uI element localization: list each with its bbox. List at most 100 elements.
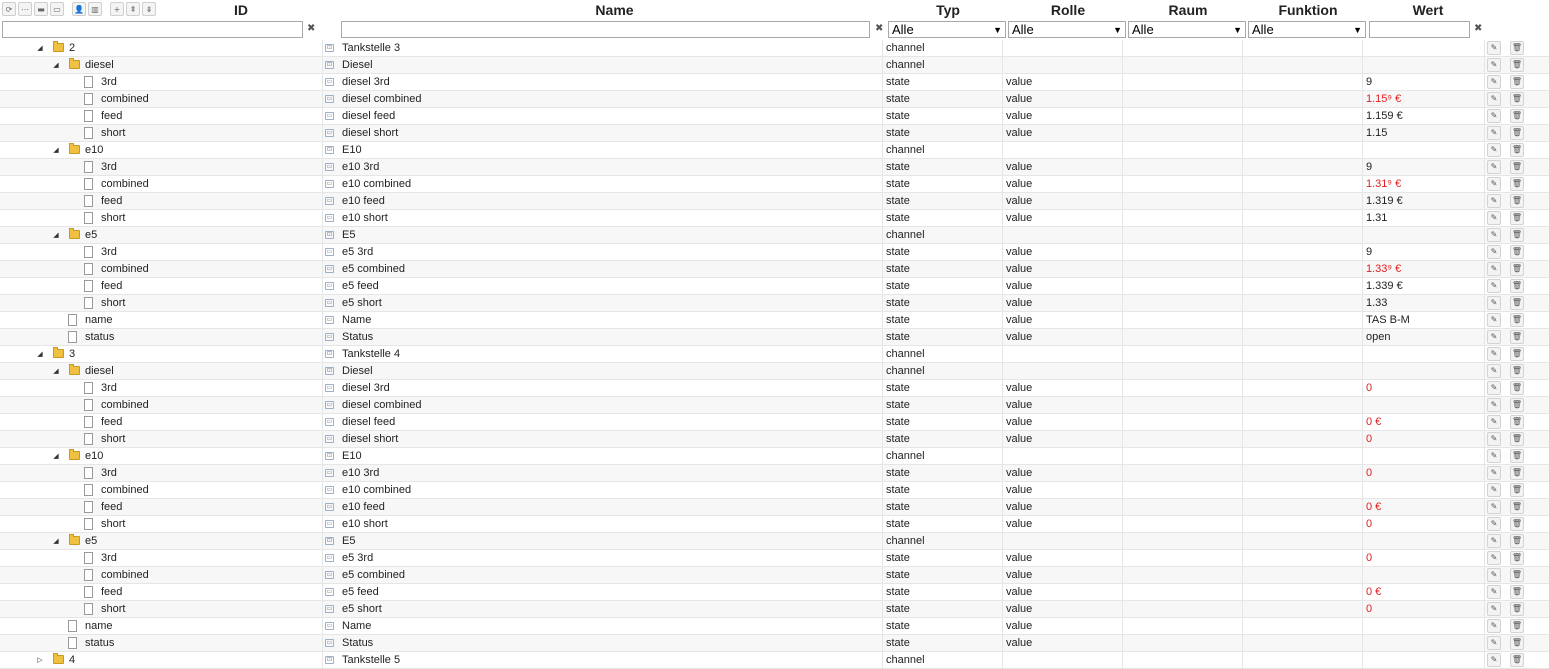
table-row[interactable]: feed ▭ diesel feed state value 1.159 € ✎ 🗑 [0, 108, 1549, 125]
edit-icon[interactable]: ✎ [1487, 500, 1501, 514]
table-row[interactable]: short ▭ diesel short state value 1.15 ✎ 🗑 [0, 125, 1549, 142]
funktion-filter-select[interactable]: Alle ▼ [1248, 21, 1366, 38]
delete-icon[interactable]: 🗑 [1510, 364, 1524, 378]
edit-icon[interactable]: ✎ [1487, 466, 1501, 480]
delete-icon[interactable]: 🗑 [1510, 330, 1524, 344]
table-row[interactable]: short ▭ e5 short state value 1.33 ✎ 🗑 [0, 295, 1549, 312]
delete-icon[interactable]: 🗑 [1510, 466, 1524, 480]
collapsed-toggle-icon[interactable]: ▷ [36, 652, 44, 668]
table-row[interactable]: 3rd ▭ diesel 3rd state value 9 ✎ 🗑 [0, 74, 1549, 91]
edit-icon[interactable]: ✎ [1487, 160, 1501, 174]
edit-icon[interactable]: ✎ [1487, 347, 1501, 361]
edit-icon[interactable]: ✎ [1487, 296, 1501, 310]
table-row[interactable]: 3rd ▭ diesel 3rd state value 0 ✎ 🗑 [0, 380, 1549, 397]
delete-icon[interactable]: 🗑 [1510, 41, 1524, 55]
edit-icon[interactable]: ✎ [1487, 313, 1501, 327]
table-row[interactable]: 3rd ▭ e5 3rd state value 9 ✎ 🗑 [0, 244, 1549, 261]
table-row[interactable]: feed ▭ e5 feed state value 1.339 € ✎ 🗑 [0, 278, 1549, 295]
edit-icon[interactable]: ✎ [1487, 262, 1501, 276]
delete-icon[interactable]: 🗑 [1510, 432, 1524, 446]
table-row[interactable]: ◢ e5 ⊡ E5 channel ✎ 🗑 [0, 227, 1549, 244]
delete-icon[interactable]: 🗑 [1510, 483, 1524, 497]
delete-icon[interactable]: 🗑 [1510, 279, 1524, 293]
edit-icon[interactable]: ✎ [1487, 228, 1501, 242]
table-row[interactable]: ◢ 2 ⊡ Tankstelle 3 channel ✎ 🗑 [0, 40, 1549, 57]
delete-icon[interactable]: 🗑 [1510, 636, 1524, 650]
edit-icon[interactable]: ✎ [1487, 92, 1501, 106]
expanded-toggle-icon[interactable]: ◢ [52, 448, 60, 464]
edit-icon[interactable]: ✎ [1487, 415, 1501, 429]
table-row[interactable]: ◢ 3 ⊡ Tankstelle 4 channel ✎ 🗑 [0, 346, 1549, 363]
table-row[interactable]: name ▭ Name state value ✎ 🗑 [0, 618, 1549, 635]
edit-icon[interactable]: ✎ [1487, 449, 1501, 463]
delete-icon[interactable]: 🗑 [1510, 585, 1524, 599]
delete-icon[interactable]: 🗑 [1510, 398, 1524, 412]
edit-icon[interactable]: ✎ [1487, 636, 1501, 650]
edit-icon[interactable]: ✎ [1487, 619, 1501, 633]
edit-icon[interactable]: ✎ [1487, 126, 1501, 140]
delete-icon[interactable]: 🗑 [1510, 619, 1524, 633]
table-row[interactable]: status ▭ Status state value ✎ 🗑 [0, 635, 1549, 652]
delete-icon[interactable]: 🗑 [1510, 534, 1524, 548]
wert-filter-clear-icon[interactable]: ✖ [1474, 23, 1482, 34]
delete-icon[interactable]: 🗑 [1510, 194, 1524, 208]
delete-icon[interactable]: 🗑 [1510, 228, 1524, 242]
table-row[interactable]: status ▭ Status state value open ✎ 🗑 [0, 329, 1549, 346]
table-row[interactable]: ◢ diesel ⊡ Diesel channel ✎ 🗑 [0, 57, 1549, 74]
table-row[interactable]: combined ▭ e10 combined state value ✎ 🗑 [0, 482, 1549, 499]
expanded-toggle-icon[interactable]: ◢ [36, 40, 44, 56]
edit-icon[interactable]: ✎ [1487, 653, 1501, 667]
table-row[interactable]: combined ▭ diesel combined state value 1.15⁹ … [0, 91, 1549, 108]
table-row[interactable]: short ▭ e10 short state value 0 ✎ 🗑 [0, 516, 1549, 533]
edit-icon[interactable]: ✎ [1487, 534, 1501, 548]
column-title-raum[interactable]: Raum [1128, 2, 1248, 18]
edit-icon[interactable]: ✎ [1487, 432, 1501, 446]
table-row[interactable]: feed ▭ e5 feed state value 0 € ✎ 🗑 [0, 584, 1549, 601]
table-row[interactable]: combined ▭ e5 combined state value ✎ 🗑 [0, 567, 1549, 584]
delete-icon[interactable]: 🗑 [1510, 602, 1524, 616]
edit-icon[interactable]: ✎ [1487, 194, 1501, 208]
table-row[interactable]: ◢ diesel ⊡ Diesel channel ✎ 🗑 [0, 363, 1549, 380]
edit-icon[interactable]: ✎ [1487, 602, 1501, 616]
edit-icon[interactable]: ✎ [1487, 398, 1501, 412]
table-row[interactable]: feed ▭ diesel feed state value 0 € ✎ 🗑 [0, 414, 1549, 431]
edit-icon[interactable]: ✎ [1487, 75, 1501, 89]
table-row[interactable]: short ▭ e10 short state value 1.31 ✎ 🗑 [0, 210, 1549, 227]
table-row[interactable]: feed ▭ e10 feed state value 1.319 € ✎ 🗑 [0, 193, 1549, 210]
id-filter-clear-icon[interactable]: ✖ [307, 23, 315, 34]
column-title-wert[interactable]: Wert [1368, 2, 1488, 18]
table-row[interactable]: ◢ e10 ⊡ E10 channel ✎ 🗑 [0, 142, 1549, 159]
table-row[interactable]: feed ▭ e10 feed state value 0 € ✎ 🗑 [0, 499, 1549, 516]
edit-icon[interactable]: ✎ [1487, 245, 1501, 259]
delete-icon[interactable]: 🗑 [1510, 58, 1524, 72]
expanded-toggle-icon[interactable]: ◢ [36, 346, 44, 362]
edit-icon[interactable]: ✎ [1487, 551, 1501, 565]
typ-filter-select[interactable]: Alle ▼ [888, 21, 1006, 38]
table-row[interactable]: name ▭ Name state value TAS B-M ✎ 🗑 [0, 312, 1549, 329]
wert-filter-input[interactable] [1369, 21, 1470, 38]
column-title-typ[interactable]: Typ [888, 2, 1008, 18]
delete-icon[interactable]: 🗑 [1510, 126, 1524, 140]
edit-icon[interactable]: ✎ [1487, 568, 1501, 582]
delete-icon[interactable]: 🗑 [1510, 160, 1524, 174]
table-row[interactable]: 3rd ▭ e10 3rd state value 0 ✎ 🗑 [0, 465, 1549, 482]
expanded-toggle-icon[interactable]: ◢ [52, 363, 60, 379]
delete-icon[interactable]: 🗑 [1510, 415, 1524, 429]
name-filter-input[interactable] [341, 21, 870, 38]
table-row[interactable]: ◢ e10 ⊡ E10 channel ✎ 🗑 [0, 448, 1549, 465]
expanded-toggle-icon[interactable]: ◢ [52, 142, 60, 158]
delete-icon[interactable]: 🗑 [1510, 211, 1524, 225]
expanded-toggle-icon[interactable]: ◢ [52, 227, 60, 243]
column-title-rolle[interactable]: Rolle [1008, 2, 1128, 18]
name-filter-clear-icon[interactable]: ✖ [875, 23, 883, 34]
rolle-filter-select[interactable]: Alle ▼ [1008, 21, 1126, 38]
edit-icon[interactable]: ✎ [1487, 483, 1501, 497]
delete-icon[interactable]: 🗑 [1510, 551, 1524, 565]
edit-icon[interactable]: ✎ [1487, 177, 1501, 191]
edit-icon[interactable]: ✎ [1487, 381, 1501, 395]
delete-icon[interactable]: 🗑 [1510, 449, 1524, 463]
delete-icon[interactable]: 🗑 [1510, 517, 1524, 531]
delete-icon[interactable]: 🗑 [1510, 381, 1524, 395]
edit-icon[interactable]: ✎ [1487, 330, 1501, 344]
edit-icon[interactable]: ✎ [1487, 109, 1501, 123]
